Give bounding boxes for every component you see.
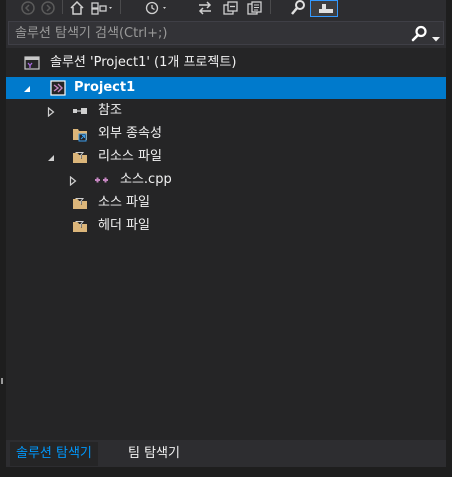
references-icon — [72, 103, 88, 119]
toolbar — [6, 0, 446, 18]
search-options-chevron-down-icon[interactable] — [432, 31, 440, 46]
filter-folder-icon — [72, 195, 88, 211]
search-input[interactable] — [15, 25, 395, 41]
preview-icon[interactable] — [310, 0, 338, 17]
tree-item-project[interactable]: Project1 — [6, 77, 446, 99]
search-box — [8, 21, 444, 45]
solution-tree: 솔루션 'Project1' (1개 프로젝트) Project1 참조 외부 … — [6, 48, 446, 440]
external-dependencies-folder-icon — [72, 126, 88, 142]
resource-files-label: 리소스 파일 — [98, 149, 162, 164]
sync-icon[interactable] — [196, 0, 214, 16]
project-label: Project1 — [74, 80, 136, 95]
filter-folder-icon — [72, 218, 88, 234]
external-dependencies-label: 외부 종속성 — [98, 126, 162, 141]
collapse-all-icon[interactable] — [222, 0, 240, 16]
search-icon[interactable] — [410, 25, 428, 47]
tree-item-external-dependencies[interactable]: 외부 종속성 — [6, 123, 446, 145]
cpp-project-icon — [50, 80, 66, 96]
home-icon[interactable] — [68, 0, 86, 16]
forward-icon[interactable] — [40, 0, 56, 16]
right-edge — [446, 0, 452, 477]
solution-label: 솔루션 'Project1' (1개 프로젝트) — [50, 55, 237, 70]
back-icon[interactable] — [20, 0, 36, 16]
bottom-edge — [6, 467, 446, 477]
filter-folder-icon — [72, 149, 88, 165]
tree-item-source-cpp[interactable]: 소스.cpp — [6, 169, 446, 191]
tab-solution-explorer[interactable]: 솔루션 탐색기 — [10, 442, 98, 466]
properties-icon[interactable] — [288, 0, 308, 16]
source-files-label: 소스 파일 — [98, 195, 150, 210]
tree-item-header-files[interactable]: 헤더 파일 — [6, 215, 446, 237]
collapsed-arrow-icon[interactable] — [46, 106, 56, 118]
cpp-file-icon — [94, 172, 110, 188]
tab-team-explorer[interactable]: 팀 탐색기 — [122, 442, 186, 466]
switch-views-icon[interactable] — [90, 0, 116, 16]
tree-item-resource-files[interactable]: 리소스 파일 — [6, 146, 446, 168]
tree-item-references[interactable]: 참조 — [6, 100, 446, 122]
tree-item-solution[interactable]: 솔루션 'Project1' (1개 프로젝트) — [6, 52, 446, 74]
references-label: 참조 — [98, 103, 122, 118]
solution-explorer-window: 솔루션 'Project1' (1개 프로젝트) Project1 참조 — [0, 0, 452, 477]
tree-item-source-files[interactable]: 소스 파일 — [6, 192, 446, 214]
solution-icon — [24, 55, 40, 71]
expanded-arrow-icon[interactable] — [22, 83, 32, 93]
header-files-label: 헤더 파일 — [98, 218, 150, 233]
expanded-arrow-icon[interactable] — [46, 152, 56, 162]
show-all-files-icon[interactable] — [246, 0, 264, 16]
bottom-tab-bar: 솔루션 탐색기 팀 탐색기 — [6, 440, 446, 467]
collapsed-arrow-icon[interactable] — [68, 175, 78, 187]
history-icon[interactable] — [144, 0, 172, 16]
cpp-file-label: 소스.cpp — [120, 172, 172, 187]
